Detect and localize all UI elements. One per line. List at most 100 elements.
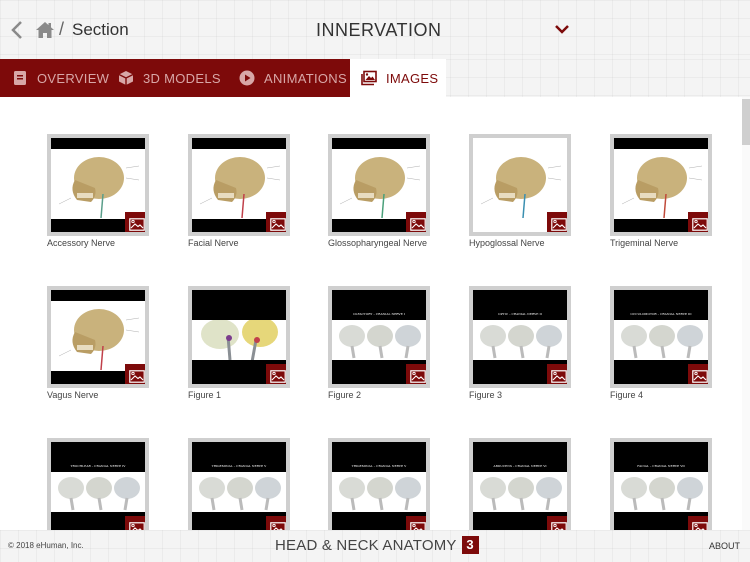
image-thumbnail[interactable] (47, 134, 149, 236)
thumbnail-letterbox-top (614, 138, 708, 149)
tab-3d-models-label: 3D MODELS (143, 70, 221, 86)
image-tile[interactable]: TRIGEMINAL – CRANIAL NERVE V (188, 438, 290, 530)
images-icon (361, 70, 377, 86)
image-tile-label: Figure 4 (610, 390, 644, 400)
thumbnail-caption: ABDUCENS – CRANIAL NERVE VI (493, 464, 547, 468)
thumbnail-letterbox-top (51, 138, 145, 149)
image-icon (129, 521, 145, 530)
image-tile[interactable]: FACIAL – CRANIAL NERVE VII (610, 438, 712, 530)
image-thumbnail[interactable]: OPTIC – CRANIAL NERVE II (469, 286, 571, 388)
footer: © 2018 eHuman, Inc. HEAD & NECK ANATOMY … (0, 530, 750, 562)
image-tile[interactable]: Glossopharyngeal Nerve (328, 134, 430, 248)
image-tile[interactable]: ABDUCENS – CRANIAL NERVE VI (469, 438, 571, 530)
image-type-badge (547, 212, 567, 232)
page-title: INNERVATION (316, 20, 442, 40)
brand-logo: HEAD & NECK ANATOMY 3 (275, 536, 479, 554)
image-thumbnail[interactable]: OLFACTORY – CRANIAL NERVE I (328, 286, 430, 388)
image-thumbnail[interactable]: FACIAL – CRANIAL NERVE VII (610, 438, 712, 530)
chevron-down-icon (555, 25, 569, 34)
tab-3d-models[interactable]: 3D MODELS (118, 59, 221, 97)
image-type-badge (688, 364, 708, 384)
image-type-badge (125, 212, 145, 232)
image-tile[interactable]: OLFACTORY – CRANIAL NERVE I Figure 2 (328, 286, 430, 400)
scrollbar-thumb[interactable] (742, 99, 750, 145)
image-gallery: Accessory Nerve Facial Nerve Glossophary… (0, 97, 742, 530)
about-link[interactable]: ABOUT (709, 541, 740, 551)
image-type-badge (547, 364, 567, 384)
tab-overview[interactable]: OVERVIEW (12, 59, 109, 97)
image-thumbnail[interactable] (469, 134, 571, 236)
image-thumbnail[interactable]: TRIGEMINAL – CRANIAL NERVE V (328, 438, 430, 530)
image-icon (410, 521, 426, 530)
tab-animations-label: ANIMATIONS (264, 70, 347, 86)
image-tile-label: Trigeminal Nerve (610, 238, 679, 248)
tab-images[interactable]: IMAGES (350, 59, 446, 97)
image-thumbnail[interactable]: ABDUCENS – CRANIAL NERVE VI (469, 438, 571, 530)
tab-bar: OVERVIEW 3D MODELS ANIMATIONS IMAGES (0, 59, 750, 97)
title-dropdown-button[interactable] (553, 22, 571, 36)
image-icon (551, 521, 567, 530)
image-tile[interactable]: Vagus Nerve (47, 286, 149, 400)
tab-animations[interactable]: ANIMATIONS (239, 59, 347, 97)
image-thumbnail[interactable] (47, 286, 149, 388)
image-icon (270, 521, 286, 530)
image-tile[interactable]: Hypoglossal Nerve (469, 134, 571, 248)
image-icon (551, 369, 567, 383)
image-icon (692, 217, 708, 231)
image-thumbnail[interactable] (610, 134, 712, 236)
image-tile[interactable]: OCCULOMOTOR – CRANIAL NERVE III Figure 4 (610, 286, 712, 400)
image-type-badge (266, 516, 286, 530)
image-thumbnail[interactable] (188, 286, 290, 388)
thumbnail-caption: OLFACTORY – CRANIAL NERVE I (353, 312, 405, 316)
image-type-badge (547, 516, 567, 530)
image-tile-label: Glossopharyngeal Nerve (328, 238, 428, 248)
image-tile[interactable]: OPTIC – CRANIAL NERVE II Figure 3 (469, 286, 571, 400)
image-thumbnail[interactable] (328, 134, 430, 236)
chevron-left-icon (11, 21, 22, 39)
scrollbar[interactable] (742, 97, 750, 530)
tab-images-label: IMAGES (386, 70, 439, 86)
image-thumbnail[interactable]: OCCULOMOTOR – CRANIAL NERVE III (610, 286, 712, 388)
image-icon (270, 369, 286, 383)
image-icon (129, 369, 145, 383)
thumbnail-letterbox-top (192, 138, 286, 149)
image-tile-label: Accessory Nerve (47, 238, 116, 248)
image-type-badge (266, 212, 286, 232)
image-thumbnail[interactable] (188, 134, 290, 236)
brand-name: HEAD & NECK ANATOMY (275, 536, 457, 554)
brand-number: 3 (461, 536, 479, 554)
image-type-badge (406, 212, 426, 232)
image-type-badge (125, 516, 145, 530)
book-icon (14, 71, 26, 85)
image-type-badge (406, 516, 426, 530)
tab-overview-label: OVERVIEW (37, 70, 110, 86)
image-tile[interactable]: TRIGEMINAL – CRANIAL NERVE V (328, 438, 430, 530)
image-tile[interactable]: TROCHLEAR – CRANIAL NERVE IV (47, 438, 149, 530)
image-tile[interactable]: Accessory Nerve (47, 134, 149, 248)
image-type-badge (688, 516, 708, 530)
thumbnail-letterbox-top (192, 290, 286, 320)
image-icon (270, 217, 286, 231)
image-icon (129, 217, 145, 231)
home-button[interactable] (35, 20, 55, 40)
image-tile-label: Facial Nerve (188, 238, 239, 248)
breadcrumb-section[interactable]: Section (72, 20, 129, 40)
thumbnail-caption: TRIGEMINAL – CRANIAL NERVE V (211, 464, 267, 468)
image-tile-label: Figure 1 (188, 390, 222, 400)
thumbnail-caption: OPTIC – CRANIAL NERVE II (498, 312, 542, 316)
image-tile[interactable]: Trigeminal Nerve (610, 134, 712, 248)
image-tile-label: Vagus Nerve (47, 390, 99, 400)
thumbnail-caption: OCCULOMOTOR – CRANIAL NERVE III (630, 312, 692, 316)
thumbnail-caption: FACIAL – CRANIAL NERVE VII (637, 464, 685, 468)
image-tile[interactable]: Facial Nerve (188, 134, 290, 248)
back-button[interactable] (8, 18, 28, 42)
copyright: © 2018 eHuman, Inc. (8, 541, 84, 550)
image-tile[interactable]: Figure 1 (188, 286, 290, 400)
breadcrumb-separator: / (59, 19, 65, 39)
image-thumbnail[interactable]: TRIGEMINAL – CRANIAL NERVE V (188, 438, 290, 530)
image-type-badge (266, 364, 286, 384)
image-tile-label: Figure 3 (469, 390, 503, 400)
image-icon (692, 521, 708, 530)
image-thumbnail[interactable]: TROCHLEAR – CRANIAL NERVE IV (47, 438, 149, 530)
home-icon (36, 22, 54, 38)
